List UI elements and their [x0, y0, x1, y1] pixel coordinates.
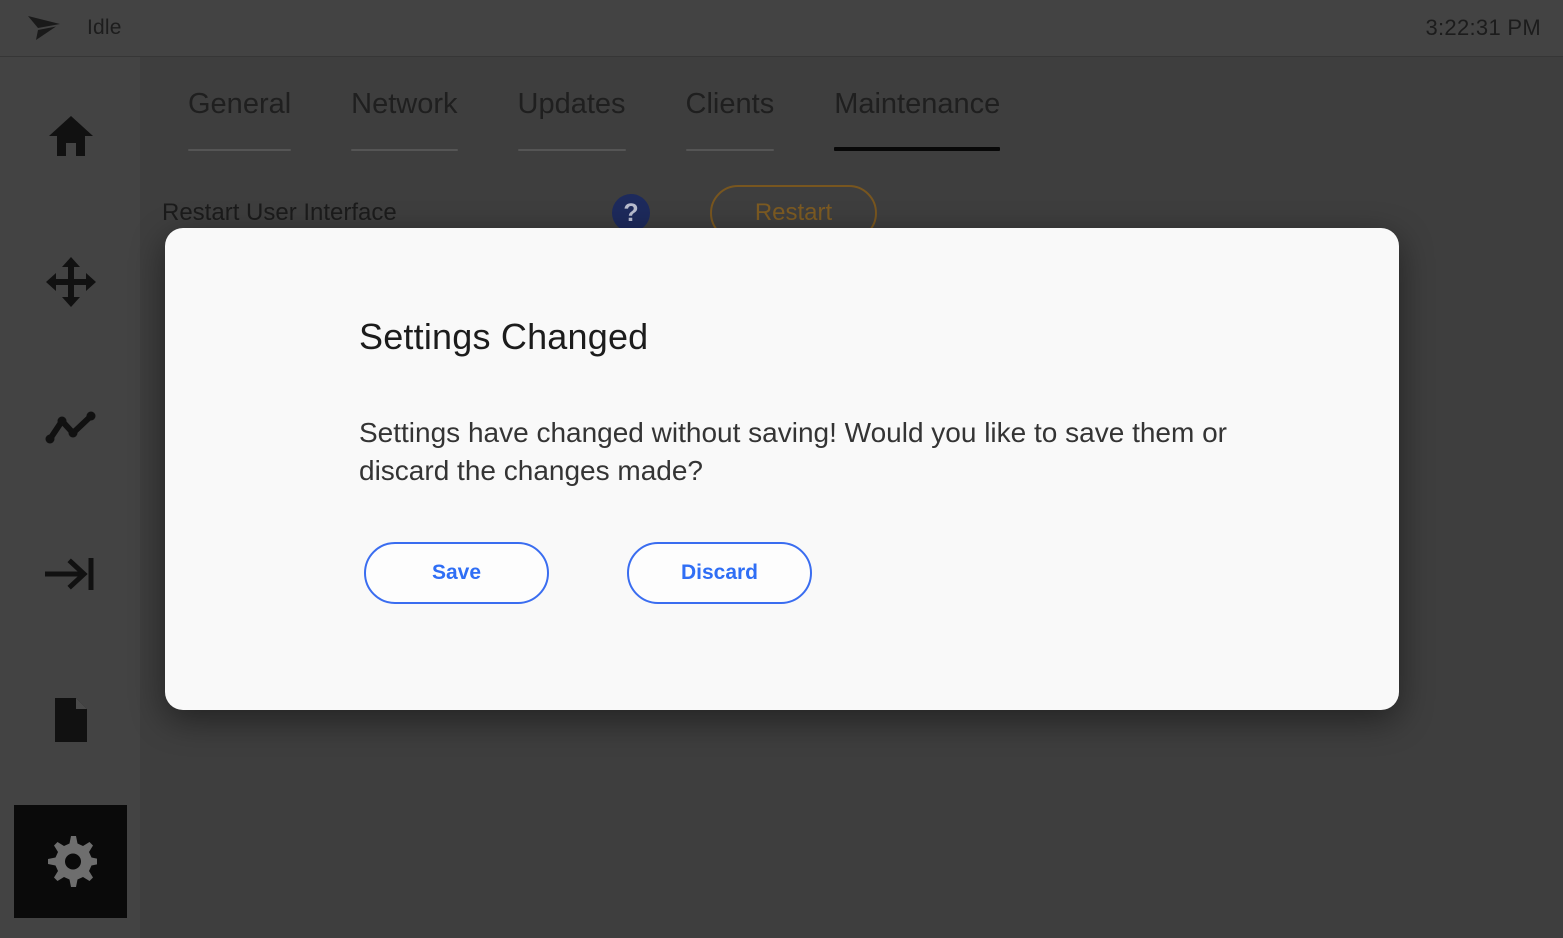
settings-changed-dialog: Settings Changed Settings have changed w…	[165, 228, 1399, 710]
dialog-title: Settings Changed	[359, 316, 649, 357]
dialog-message: Settings have changed without saving! Wo…	[359, 417, 1227, 486]
dialog-actions: Save Discard	[364, 542, 812, 604]
application-window: Idle 3:22:31 PM General Network Updates …	[0, 0, 1563, 938]
modal-overlay: Settings Changed Settings have changed w…	[0, 0, 1563, 938]
discard-button[interactable]: Discard	[627, 542, 812, 604]
save-button[interactable]: Save	[364, 542, 549, 604]
